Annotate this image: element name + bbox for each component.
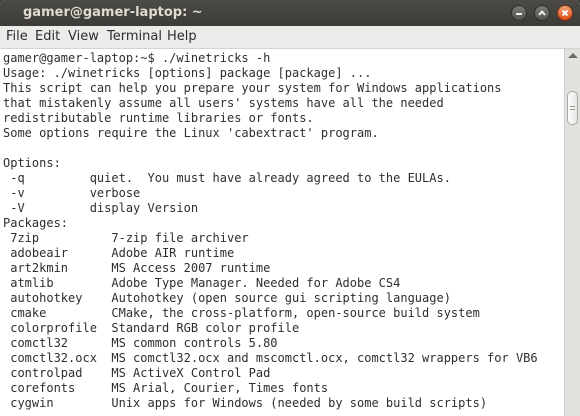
terminal-line: redistributable runtime libraries or fon… (3, 111, 314, 125)
terminal-line: Packages: (3, 216, 69, 230)
maximize-icon (538, 9, 546, 16)
menu-view[interactable]: View (68, 29, 99, 44)
menu-bar: File Edit View Terminal Help (0, 26, 580, 49)
terminal-text: gamer@gamer-laptop:~$ ./winetricks -h Us… (3, 51, 538, 411)
terminal-line: cmake CMake, the cross-platform, open-so… (3, 306, 480, 320)
terminal-line: atmlib Adobe Type Manager. Needed for Ad… (3, 276, 401, 290)
terminal-line: controlpad MS ActiveX Control Pad (3, 366, 271, 380)
terminal-line: -V display Version (3, 201, 199, 215)
terminal-line: -v verbose (3, 186, 141, 200)
menu-help[interactable]: Help (167, 29, 197, 44)
minimize-button[interactable] (511, 5, 527, 21)
terminal-window: gamer@gamer-laptop: ~ File Edit View Ter… (0, 0, 580, 416)
terminal-line: art2kmin MS Access 2007 runtime (3, 261, 271, 275)
terminal-line: comctl32 MS common controls 5.80 (3, 336, 278, 350)
close-icon (561, 9, 569, 17)
close-button[interactable] (557, 5, 573, 21)
title-bar[interactable]: gamer@gamer-laptop: ~ (0, 0, 580, 26)
terminal-line: corefonts MS Arial, Courier, Times fonts (3, 381, 329, 395)
terminal-line: adobeair Adobe AIR runtime (3, 246, 235, 260)
terminal-line: Some options require the Linux 'cabextra… (3, 126, 379, 140)
terminal-line: colorprofile Standard RGB color profile (3, 321, 300, 335)
menu-terminal[interactable]: Terminal (107, 29, 162, 44)
scrollbar-thumb[interactable] (567, 91, 578, 125)
terminal-line: gamer@gamer-laptop:~$ ./winetricks -h (3, 51, 271, 65)
terminal-line: This script can help you prepare your sy… (3, 81, 502, 95)
terminal-output-area[interactable]: gamer@gamer-laptop:~$ ./winetricks -h Us… (0, 49, 564, 416)
terminal-line: autohotkey Autohotkey (open source gui s… (3, 291, 451, 305)
maximize-button[interactable] (534, 5, 550, 21)
terminal-line: Options: (3, 156, 61, 170)
vertical-scrollbar[interactable] (564, 49, 580, 416)
terminal-line: 7zip 7-zip file archiver (3, 231, 249, 245)
terminal-line: Usage: ./winetricks [options] package [p… (3, 66, 372, 80)
terminal-line: comctl32.ocx MS comctl32.ocx and mscomct… (3, 351, 538, 365)
terminal-line: cygwin Unix apps for Windows (needed by … (3, 396, 488, 410)
window-title: gamer@gamer-laptop: ~ (23, 5, 203, 20)
menu-edit[interactable]: Edit (35, 29, 60, 44)
minimize-icon (516, 13, 522, 15)
terminal-line: -q quiet. You must have already agreed t… (3, 171, 451, 185)
menu-file[interactable]: File (6, 29, 28, 44)
terminal-line: that mistakenly assume all users' system… (3, 96, 444, 110)
scroll-up-arrow-icon[interactable] (568, 53, 578, 58)
